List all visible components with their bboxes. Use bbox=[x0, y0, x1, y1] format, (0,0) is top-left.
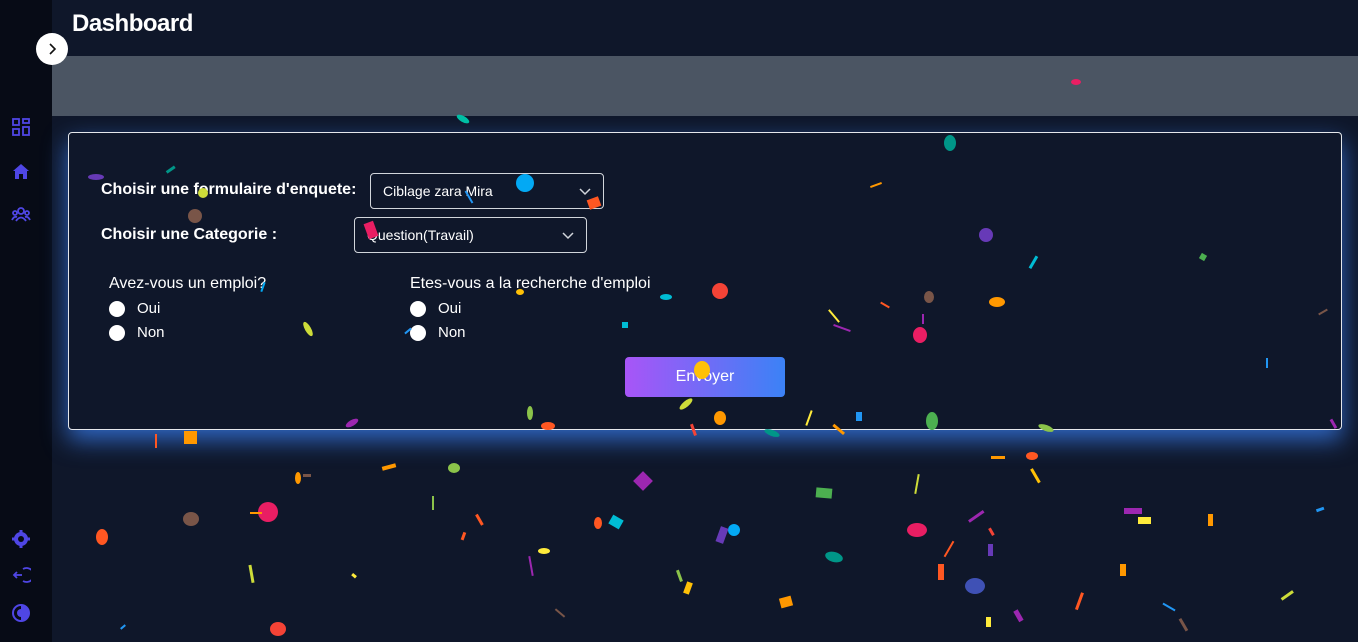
question-employment: Avez-vous un emploi? bbox=[109, 275, 267, 292]
grid-icon[interactable] bbox=[11, 117, 31, 137]
sidebar bbox=[0, 0, 52, 642]
radio-option-oui[interactable]: Oui bbox=[109, 300, 160, 317]
radio-button[interactable] bbox=[410, 300, 426, 317]
users-icon[interactable] bbox=[11, 204, 31, 224]
logout-icon[interactable] bbox=[11, 565, 35, 585]
radio-label: Non bbox=[438, 324, 466, 341]
radio-button[interactable] bbox=[410, 324, 426, 341]
survey-select-label: Choisir une formulaire d'enquete: bbox=[101, 181, 357, 198]
radio-label: Non bbox=[137, 324, 165, 341]
header-banner bbox=[52, 56, 1358, 116]
main-content: Dashboard Choisir une formulaire d'enque… bbox=[52, 0, 1358, 642]
radio-label: Oui bbox=[137, 300, 161, 317]
gear-icon[interactable] bbox=[11, 529, 31, 549]
category-select-label: Choisir une Categorie : bbox=[101, 226, 278, 243]
survey-select-value: Ciblage zara Mira bbox=[383, 183, 493, 199]
category-select[interactable]: Question(Travail) bbox=[354, 217, 587, 253]
radio-option-oui[interactable]: Oui bbox=[410, 300, 461, 317]
submit-button[interactable]: Envoyer bbox=[625, 357, 785, 397]
radio-button[interactable] bbox=[109, 300, 125, 317]
radio-button[interactable] bbox=[109, 324, 125, 341]
chevron-down-icon bbox=[562, 232, 574, 240]
home-icon[interactable] bbox=[11, 161, 31, 181]
sidebar-toggle-button[interactable] bbox=[36, 33, 68, 65]
chevron-right-icon bbox=[49, 43, 57, 55]
question-job-search: Etes-vous a la recherche d'emploi bbox=[410, 275, 651, 292]
survey-select[interactable]: Ciblage zara Mira bbox=[370, 173, 604, 209]
radio-option-non[interactable]: Non bbox=[109, 324, 165, 341]
radio-label: Oui bbox=[438, 300, 462, 317]
radio-option-non[interactable]: Non bbox=[410, 324, 466, 341]
survey-form-card: Choisir une formulaire d'enquete: Ciblag… bbox=[68, 132, 1342, 430]
page-title: Dashboard bbox=[72, 10, 193, 37]
chevron-down-icon bbox=[579, 188, 591, 196]
category-select-value: Question(Travail) bbox=[367, 227, 474, 243]
theme-toggle-icon[interactable] bbox=[11, 603, 31, 623]
